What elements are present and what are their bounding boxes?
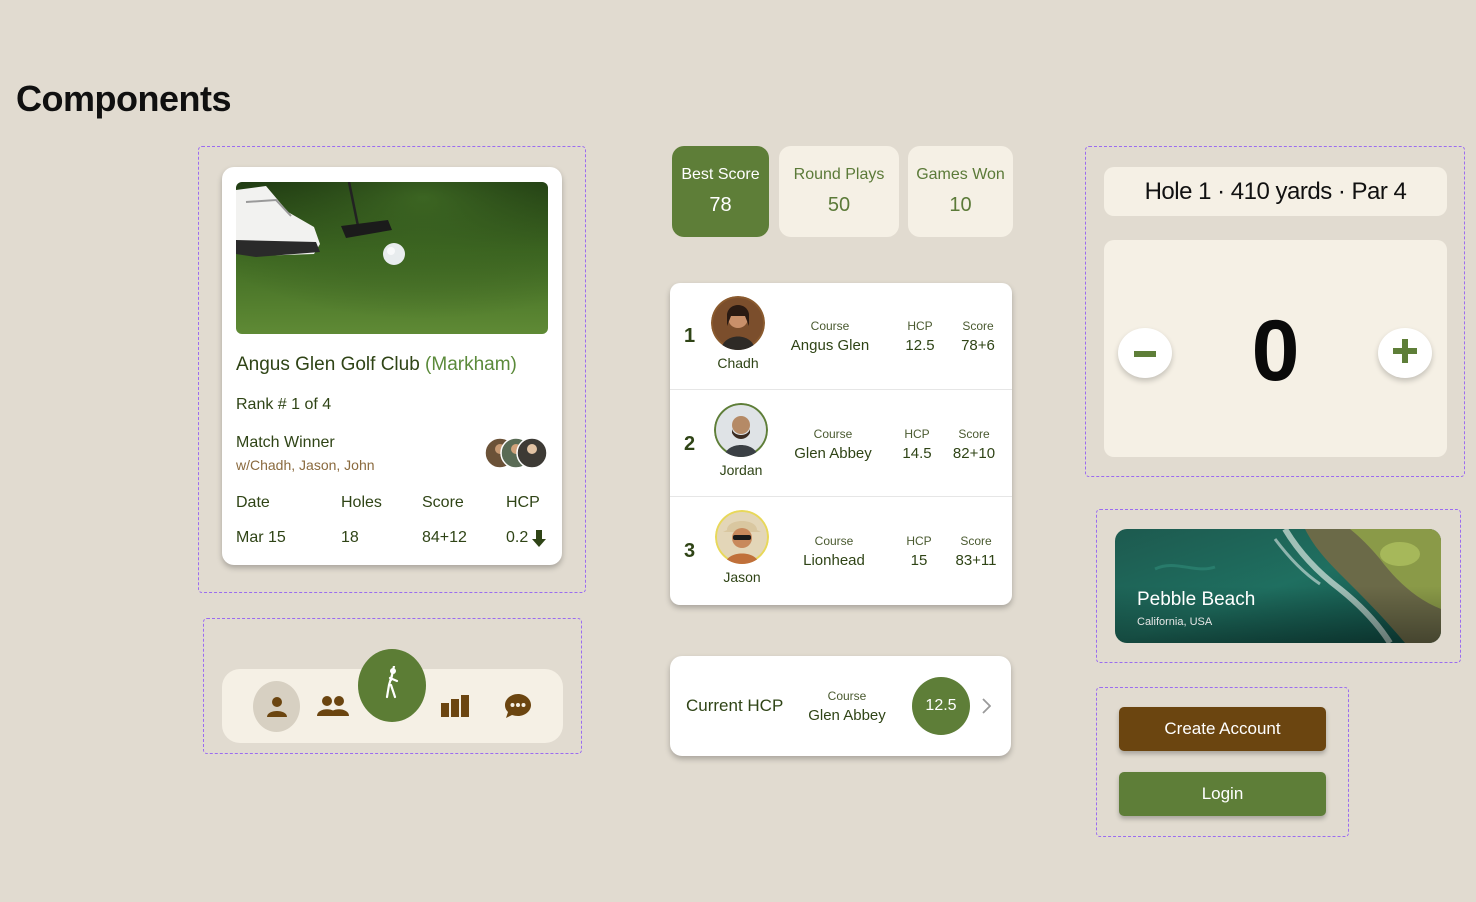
course-label: Course [827,689,867,703]
current-hcp-label: Current HCP [686,696,784,715]
tile-label: Round Plays [793,166,885,183]
golfer-icon [381,664,403,705]
col-value: 14.5 [902,445,932,462]
stroke-counter: 0 [1104,240,1447,457]
col-value: Angus Glen [790,337,870,354]
col-label: Course [810,319,850,333]
chat-bubble-icon[interactable] [498,686,538,726]
featured-course-location: California, USA [1137,616,1213,628]
tile-value: 78 [709,194,732,216]
stat-score: 84+12 [422,529,467,546]
bar-chart-icon[interactable] [436,686,474,726]
col-value: 12.5 [905,337,935,354]
row-rank: 3 [684,540,696,562]
stat-header-date: Date [236,494,270,511]
course-col: Course Lionhead [789,534,879,569]
stat-header-holes: Holes [341,494,382,511]
stat-date: Mar 15 [236,529,286,546]
match-winner-title: Match Winner [236,434,335,451]
chevron-right-icon[interactable] [982,698,992,719]
increment-button[interactable] [1378,328,1432,378]
course-value: Glen Abbey [808,707,886,724]
tile-value: 50 [827,194,851,216]
page-title: Components [16,78,232,119]
tile-value: 10 [949,194,972,216]
tile-label: Best Score [681,166,760,183]
player-name: Jordan [719,462,763,478]
stat-header-score: Score [422,494,464,511]
player-name: Jason [723,569,761,585]
course-location: (Markham) [425,354,517,375]
avatar [715,510,769,564]
col-value: 82+10 [952,445,996,462]
col-value: Glen Abbey [794,445,872,462]
course-rank: Rank # 1 of 4 [236,396,332,413]
stat-holes: 18 [341,529,359,546]
course-col: Course Glen Abbey [788,427,878,462]
login-button[interactable]: Login [1119,772,1326,816]
player-name: Chadh [717,355,759,371]
col-label: HCP [904,427,930,441]
tile-label: Games Won [916,166,1005,183]
tile-round-plays[interactable]: Round Plays 50 [779,146,899,237]
col-value: 83+11 [955,552,997,569]
leaderboard-row[interactable]: 1 Chadh Course Angus Glen HCP 12.5 Score… [670,283,1012,390]
leaderboard-row[interactable]: 3 Jason Course Lionhead HCP 15 Score 83+… [670,497,1012,604]
create-account-button[interactable]: Create Account [1119,707,1326,751]
group-icon[interactable] [313,684,353,728]
current-hcp-course: Course Glen Abbey [802,689,892,724]
current-hcp-card[interactable]: Current HCP Course Glen Abbey 12.5 [670,656,1011,756]
hcp-col: HCP 14.5 [893,427,941,462]
match-players: w/Chadh, Jason, John [236,457,375,473]
row-rank: 2 [684,433,696,455]
course-col: Course Angus Glen [785,319,875,354]
hcp-col: HCP 12.5 [896,319,944,354]
match-avatars [484,437,550,469]
tile-best-score[interactable]: Best Score 78 [672,146,769,237]
nav-golf-button[interactable] [358,649,426,722]
course-card[interactable]: Angus Glen Golf Club (Markham) Rank # 1 … [222,167,562,565]
col-label: Course [813,427,853,441]
leaderboard-row[interactable]: 2 Jordan Course Glen Abbey HCP 14.5 Scor… [670,390,1012,497]
leaderboard: 1 Chadh Course Angus Glen HCP 12.5 Score… [670,283,1012,605]
plus-icon [1393,338,1417,368]
featured-course-card[interactable]: Pebble Beach California, USA [1115,529,1441,643]
course-photo [236,182,548,334]
featured-course-name: Pebble Beach [1137,589,1256,610]
col-value: Lionhead [803,552,865,569]
col-label: HCP [907,319,933,333]
avatar [711,296,765,350]
course-name-text: Angus Glen Golf Club [236,354,420,375]
score-col: Score 82+10 [949,427,999,462]
col-value: 15 [910,552,928,569]
col-label: HCP [906,534,932,548]
col-label: Course [814,534,854,548]
col-label: Score [958,427,990,441]
person-icon[interactable] [253,681,300,732]
row-rank: 1 [684,325,696,347]
stat-header-hcp: HCP [506,494,540,511]
hcp-col: HCP 15 [895,534,943,569]
col-label: Score [962,319,994,333]
tile-games-won[interactable]: Games Won 10 [908,146,1013,237]
score-col: Score 78+6 [953,319,1003,354]
col-label: Score [960,534,992,548]
avatar [714,403,768,457]
current-hcp-value: 12.5 [912,677,970,735]
col-value: 78+6 [961,337,995,354]
stat-hcp: 0.2 [506,529,529,546]
course-name: Angus Glen Golf Club (Markham) [236,354,517,376]
hole-title: Hole 1 · 410 yards · Par 4 [1104,167,1447,216]
down-arrow-icon [532,530,546,552]
score-col: Score 83+11 [951,534,1001,569]
